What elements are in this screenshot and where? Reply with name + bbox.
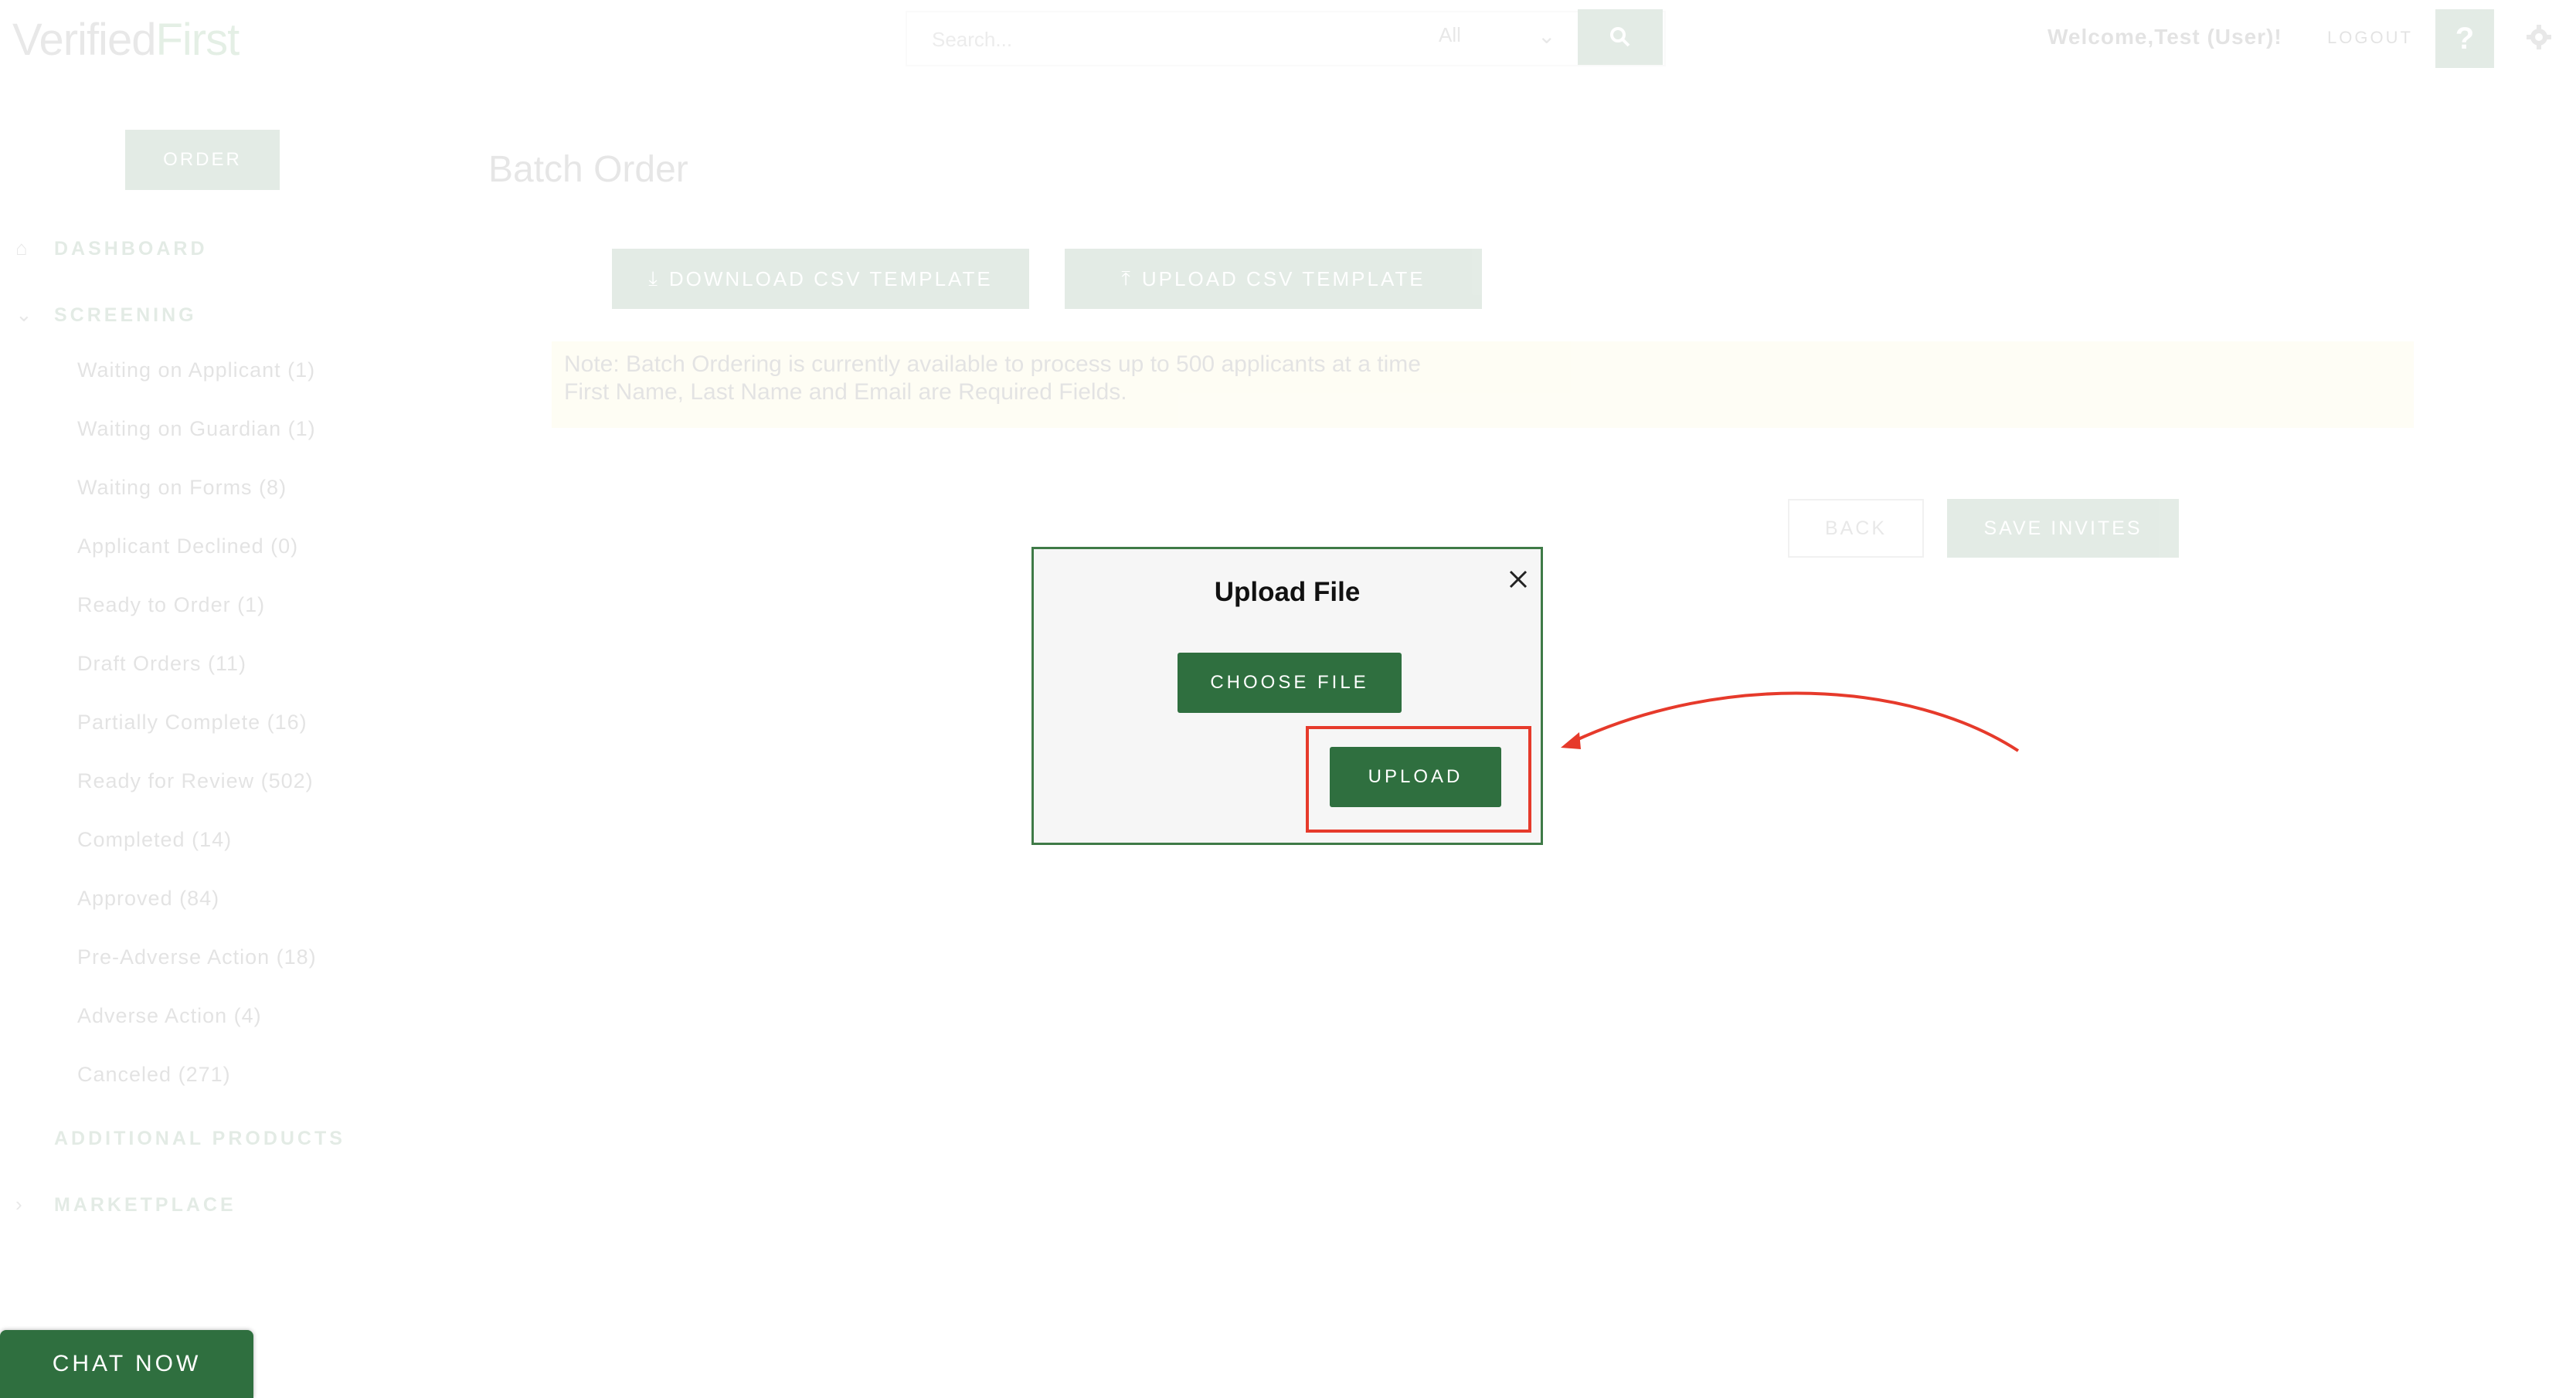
nav-dashboard[interactable]: DASHBOARD [54, 238, 208, 260]
sidebar-item-waiting-applicant[interactable]: Waiting on Applicant (1) [77, 358, 317, 417]
search-filter-select[interactable]: All [1439, 23, 1461, 47]
gear-icon[interactable] [2525, 23, 2553, 51]
close-icon[interactable] [1505, 566, 1531, 592]
help-button[interactable]: ? [2435, 9, 2494, 68]
nav-marketplace[interactable]: MARKETPLACE [54, 1194, 236, 1216]
annotation-arrow-icon [1561, 691, 2020, 752]
screening-list: Waiting on Applicant (1) Waiting on Guar… [77, 358, 317, 1121]
search-icon [1610, 27, 1630, 47]
welcome-text: Welcome,Test (User)! [2048, 25, 2282, 49]
nav-screening[interactable]: SCREENING [54, 304, 197, 327]
logo[interactable]: VerifiedFirst [12, 14, 240, 66]
sidebar-item-ready-to-order[interactable]: Ready to Order (1) [77, 593, 317, 652]
chat-now-button[interactable]: CHAT NOW [0, 1330, 253, 1398]
page-title: Batch Order [488, 149, 688, 190]
note-line-1: Note: Batch Ordering is currently availa… [564, 351, 1421, 377]
sidebar-item-approved[interactable]: Approved (84) [77, 887, 317, 945]
upload-csv-template-button[interactable]: ⤒ UPLOAD CSV TEMPLATE [1065, 249, 1482, 309]
chevron-down-icon[interactable]: ⌄ [15, 303, 32, 327]
download-csv-button[interactable]: ⤓ DOWNLOAD CSV TEMPLATE [612, 249, 1029, 309]
sidebar-item-waiting-guardian[interactable]: Waiting on Guardian (1) [77, 417, 317, 476]
annotation-highlight-box [1306, 726, 1531, 833]
sidebar-item-adverse[interactable]: Adverse Action (4) [77, 1004, 317, 1063]
back-button[interactable]: BACK [1788, 499, 1924, 558]
sidebar-item-ready-for-review[interactable]: Ready for Review (502) [77, 769, 317, 828]
sidebar-item-pre-adverse[interactable]: Pre-Adverse Action (18) [77, 945, 317, 1004]
upload-icon: ⤒ [1121, 266, 1133, 290]
note-line-2: First Name, Last Name and Email are Requ… [564, 379, 1127, 405]
sidebar-item-draft-orders[interactable]: Draft Orders (11) [77, 652, 317, 711]
sidebar-item-completed[interactable]: Completed (14) [77, 828, 317, 887]
top-header: VerifiedFirst All ⌄ Welcome,Test (User)!… [0, 0, 2576, 77]
save-invites-button[interactable]: SAVE INVITES [1947, 499, 2179, 558]
order-button[interactable]: ORDER [125, 130, 280, 190]
choose-file-button[interactable]: CHOOSE FILE [1178, 653, 1402, 713]
batch-note: Note: Batch Ordering is currently availa… [552, 341, 2414, 428]
modal-title: Upload File [1214, 577, 1361, 607]
sidebar-item-waiting-forms[interactable]: Waiting on Forms (8) [77, 476, 317, 534]
download-icon: ⤓ [648, 266, 660, 290]
chevron-down-icon[interactable]: ⌄ [1538, 23, 1555, 49]
search-button[interactable] [1578, 9, 1663, 65]
sidebar-item-canceled[interactable]: Canceled (271) [77, 1063, 317, 1121]
home-icon: ⌂ [15, 236, 28, 260]
sidebar-item-partially-complete[interactable]: Partially Complete (16) [77, 711, 317, 769]
sidebar-item-applicant-declined[interactable]: Applicant Declined (0) [77, 534, 317, 593]
logout-link[interactable]: LOGOUT [2327, 28, 2413, 48]
nav-additional-products[interactable]: ADDITIONAL PRODUCTS [54, 1128, 345, 1150]
chevron-right-icon[interactable]: › [15, 1193, 22, 1216]
